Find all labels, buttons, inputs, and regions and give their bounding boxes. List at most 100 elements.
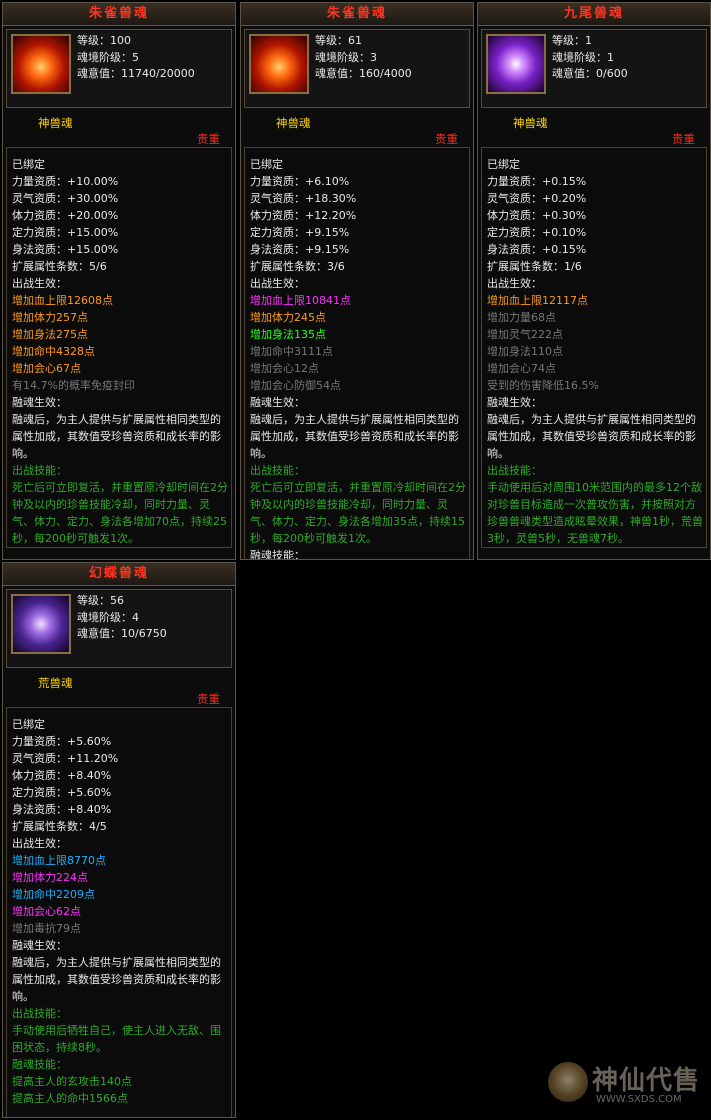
effect-item: 增加毒抗79点 [12, 922, 81, 935]
ext-count: 扩展属性条数：4/5 [12, 820, 107, 833]
summary-box: 等级：1 魂境阶级：1 魂意值：0/600 [481, 29, 707, 108]
battle-skill-desc: 死亡后可立即复活，并重置原冷却时间在2分钟及以内的珍兽技能冷却，同时力量、灵气、… [250, 481, 466, 545]
ext-count: 扩展属性条数：1/6 [487, 260, 582, 273]
effect-item: 增加血上限8770点 [12, 854, 106, 867]
stat-row-focus: 定力资质：+0.10% [487, 226, 587, 239]
tier-row: 魂境阶级：4 [77, 610, 139, 624]
stat-row-str: 力量资质：+5.60% [12, 735, 112, 748]
effect-item: 增加命中2209点 [12, 888, 95, 901]
stat-row-con: 体力资质：+12.20% [250, 209, 357, 222]
stat-row-spirit: 灵气资质：+0.20% [487, 192, 587, 205]
level-row: 等级：1 [552, 34, 592, 47]
effect-item: 增加体力257点 [12, 311, 88, 324]
bound-status: 已绑定 [487, 158, 520, 171]
fusion-effect-label: 融魂生效： [487, 396, 542, 409]
summary-box: 等级：56 魂境阶级：4 魂意值：10/6750 [6, 589, 232, 668]
panel-title: 九尾兽魂 [478, 3, 710, 26]
battle-skill-label: 出战技能： [12, 1007, 67, 1020]
stat-row-spirit: 灵气资质：+30.00% [12, 192, 119, 205]
fusion-desc: 融魂后，为主人提供与扩展属性相同类型的属性加成，其数值受珍兽资质和成长率的影响。 [250, 413, 459, 460]
will-row: 魂意值：11740/20000 [77, 67, 195, 80]
level-row: 等级：100 [77, 34, 131, 47]
ext-count: 扩展属性条数：3/6 [250, 260, 345, 273]
stat-row-agi: 身法资质：+15.00% [12, 243, 119, 256]
vermilion-bird-icon[interactable] [249, 34, 309, 94]
tier-row: 魂境阶级：1 [552, 50, 614, 64]
watermark: 神仙代售 WWW.SXDS.COM [548, 1060, 708, 1110]
attribute-list: 已绑定 力量资质：+6.10% 灵气资质：+18.30% 体力资质：+12.20… [244, 147, 470, 560]
stat-row-focus: 定力资质：+15.00% [12, 226, 119, 239]
attribute-list: 已绑定 力量资质：+0.15% 灵气资质：+0.20% 体力资质：+0.30% … [481, 147, 707, 548]
battle-skill-desc: 手动使用后对周围10米范围内的最多12个敌对珍兽目标造成一次普攻伤害，并按照对方… [487, 481, 703, 545]
battle-skill-desc: 手动使用后牺牲自己，使主人进入无敌、围困状态，持续8秒。 [12, 1024, 221, 1054]
fusion-skill-label: 融魂技能： [12, 1058, 67, 1071]
effect-item: 增加血上限12117点 [487, 294, 588, 307]
tier-row: 魂境阶级：5 [77, 50, 139, 64]
effect-item: 增加体力224点 [12, 871, 88, 884]
battle-effect-label: 出战生效： [487, 277, 542, 290]
battle-effect-label: 出战生效： [12, 837, 67, 850]
stat-row-agi: 身法资质：+9.15% [250, 243, 350, 256]
stat-row-con: 体力资质：+8.40% [12, 769, 112, 782]
beast-soul-panel-vermilion-2: 朱雀兽魂 等级：61 魂境阶级：3 魂意值：160/4000 神兽魂 贵重 已绑… [240, 2, 474, 560]
effect-item: 增加血上限12608点 [12, 294, 113, 307]
panel-title: 朱雀兽魂 [3, 3, 235, 26]
bound-status: 已绑定 [12, 158, 45, 171]
beast-soul-panel-ninetail: 九尾兽魂 等级：1 魂境阶级：1 魂意值：0/600 神兽魂 贵重 已绑定 力量… [477, 2, 711, 560]
fusion-skill-label: 融魂技能： [250, 549, 305, 560]
battle-effect-label: 出战生效： [12, 277, 67, 290]
fusion-desc: 融魂后，为主人提供与扩展属性相同类型的属性加成，其数值受珍兽资质和成长率的影响。 [12, 413, 221, 460]
summary-box: 等级：61 魂境阶级：3 魂意值：160/4000 [244, 29, 470, 108]
soul-kind: 荒兽魂 [38, 676, 73, 690]
effect-item: 增加会心74点 [487, 362, 556, 375]
effect-item: 增加灵气222点 [487, 328, 563, 341]
tier-row: 魂境阶级：3 [315, 50, 377, 64]
panel-title: 朱雀兽魂 [241, 3, 473, 26]
summary-box: 等级：100 魂境阶级：5 魂意值：11740/20000 [6, 29, 232, 108]
fusion-skill-item: 提高主人的玄攻击140点 [12, 1075, 132, 1088]
fusion-desc: 融魂后，为主人提供与扩展属性相同类型的属性加成，其数值受珍兽资质和成长率的影响。 [12, 956, 221, 1003]
stat-row-str: 力量资质：+10.00% [12, 175, 119, 188]
effect-item: 增加命中4328点 [12, 345, 95, 358]
effect-item: 增加命中3111点 [250, 345, 333, 358]
nine-tailed-fox-icon[interactable] [486, 34, 546, 94]
phantom-butterfly-icon[interactable] [11, 594, 71, 654]
stat-row-con: 体力资质：+20.00% [12, 209, 119, 222]
battle-skill-label: 出战技能： [250, 464, 305, 477]
effect-item: 增加身法275点 [12, 328, 88, 341]
vermilion-bird-icon[interactable] [11, 34, 71, 94]
stat-row-spirit: 灵气资质：+18.30% [250, 192, 357, 205]
effect-item: 增加体力245点 [250, 311, 326, 324]
will-row: 魂意值：160/4000 [315, 67, 412, 80]
effect-item: 增加身法110点 [487, 345, 563, 358]
stat-row-agi: 身法资质：+8.40% [12, 803, 112, 816]
beast-soul-panel-vermilion-1: 朱雀兽魂 等级：100 魂境阶级：5 魂意值：11740/20000 神兽魂 贵… [2, 2, 236, 560]
soul-kind: 神兽魂 [38, 116, 73, 130]
will-row: 魂意值：10/6750 [77, 627, 167, 640]
stat-row-str: 力量资质：+0.15% [487, 175, 587, 188]
stat-row-agi: 身法资质：+0.15% [487, 243, 587, 256]
battle-effect-label: 出战生效： [250, 277, 305, 290]
effect-item: 增加会心62点 [12, 905, 81, 918]
watermark-url: WWW.SXDS.COM [596, 1094, 682, 1105]
beast-soul-panel-butterfly: 幻蝶兽魂 等级：56 魂境阶级：4 魂意值：10/6750 荒兽魂 贵重 已绑定… [2, 562, 236, 1118]
battle-skill-label: 出战技能： [487, 464, 542, 477]
fusion-skill-item: 提高主人的命中1566点 [12, 1092, 128, 1105]
fusion-effect-label: 融魂生效： [250, 396, 305, 409]
stat-row-focus: 定力资质：+5.60% [12, 786, 112, 799]
will-row: 魂意值：0/600 [552, 67, 628, 80]
fusion-effect-label: 融魂生效： [12, 396, 67, 409]
mascot-logo-icon [548, 1062, 588, 1102]
level-row: 等级：61 [315, 34, 362, 47]
panel-title: 幻蝶兽魂 [3, 563, 235, 586]
stat-row-focus: 定力资质：+9.15% [250, 226, 350, 239]
stat-row-str: 力量资质：+6.10% [250, 175, 350, 188]
effect-item: 增加会心12点 [250, 362, 319, 375]
effect-item: 增加血上限10841点 [250, 294, 351, 307]
grade-badge: 贵重 [435, 132, 458, 146]
stat-row-con: 体力资质：+0.30% [487, 209, 587, 222]
effect-item: 受到的伤害降低16.5% [487, 379, 599, 392]
effect-item: 增加力量68点 [487, 311, 556, 324]
battle-skill-label: 出战技能： [12, 464, 67, 477]
effect-item: 增加会心防御54点 [250, 379, 341, 392]
